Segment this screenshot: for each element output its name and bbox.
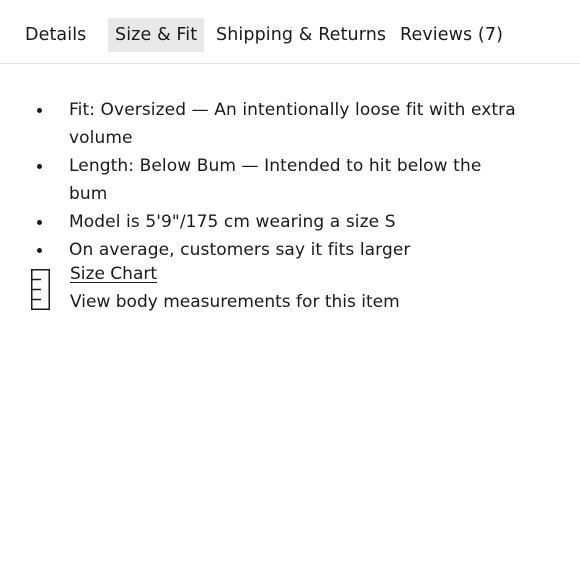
tab-details[interactable]: Details [18, 18, 93, 52]
tab-size-and-fit[interactable]: Size & Fit [108, 18, 205, 52]
bullet-icon [37, 164, 42, 169]
bullet-icon [37, 220, 42, 225]
tab-reviews[interactable]: Reviews (7) [393, 18, 510, 52]
size-chart-description: View body measurements for this item [70, 292, 400, 312]
bullet-icon [37, 108, 42, 113]
fit-note-text: Fit: Oversized — An intentionally loose … [69, 100, 516, 148]
ruler-icon [31, 269, 50, 310]
fit-note-item: Model is 5'9"/175 cm wearing a size S [0, 208, 560, 236]
fit-note-text: On average, customers say it fits larger [69, 240, 411, 260]
size-chart-section: Size Chart View body measurements for th… [0, 260, 580, 320]
fit-notes-list: Fit: Oversized — An intentionally loose … [0, 96, 560, 264]
fit-note-item: Length: Below Bum — Intended to hit belo… [0, 152, 560, 208]
fit-note-text: Length: Below Bum — Intended to hit belo… [69, 156, 482, 204]
fit-note-text: Model is 5'9"/175 cm wearing a size S [69, 212, 396, 232]
tab-shipping-and-returns[interactable]: Shipping & Returns [209, 18, 393, 52]
bullet-icon [37, 248, 42, 253]
size-chart-link[interactable]: Size Chart [70, 262, 157, 286]
product-info-tabs: Details Size & Fit Shipping & Returns Re… [0, 0, 580, 64]
fit-note-item: Fit: Oversized — An intentionally loose … [0, 96, 560, 152]
